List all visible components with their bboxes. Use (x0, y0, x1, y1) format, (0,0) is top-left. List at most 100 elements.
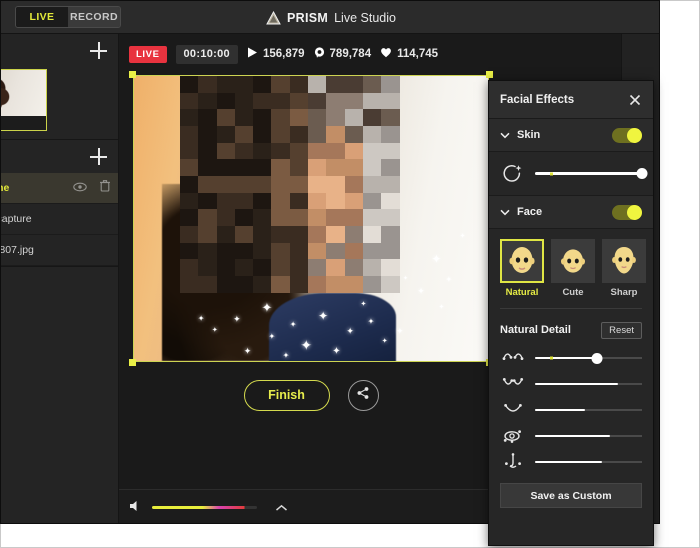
volume-meter[interactable] (152, 506, 257, 509)
mosaic-cell (308, 76, 327, 93)
mosaic-cell (180, 159, 199, 176)
scene-thumbnail[interactable] (0, 69, 47, 131)
mosaic-cell (290, 176, 309, 193)
mosaic-cell (326, 209, 345, 226)
mosaic-cell (235, 226, 254, 243)
add-source-button[interactable] (90, 148, 107, 165)
mosaic-cell (363, 143, 382, 160)
mosaic-cell (198, 209, 217, 226)
slider-knob[interactable] (592, 353, 603, 364)
mosaic-cell (253, 243, 272, 260)
mosaic-cell (326, 243, 345, 260)
mosaic-cell (235, 76, 254, 93)
chevron-up-icon[interactable] (275, 499, 288, 517)
scene-thumbnail-footer (0, 116, 46, 131)
detail-slider-4[interactable] (535, 455, 642, 469)
trash-icon[interactable] (100, 179, 110, 197)
mosaic-cell (290, 243, 309, 260)
mosaic-cell (363, 109, 382, 126)
detail-slider-2[interactable] (535, 403, 642, 417)
mosaic-cell (345, 243, 364, 260)
mosaic-cell (326, 226, 345, 243)
prism-triangle-icon (266, 11, 281, 25)
mosaic-cell (235, 109, 254, 126)
face-preset-natural[interactable]: Natural (500, 239, 544, 298)
detail-slider-row (489, 371, 653, 397)
face-toggle[interactable] (612, 205, 642, 220)
mosaic-cell (180, 259, 199, 276)
mosaic-cell (308, 159, 327, 176)
mosaic-cell (381, 176, 400, 193)
share-icon (356, 386, 370, 405)
reset-button[interactable]: Reset (601, 322, 642, 339)
comment-icon (314, 47, 325, 61)
mosaic-cell (180, 243, 199, 260)
face-preset-cute[interactable]: Cute (551, 239, 595, 298)
mosaic-cell (217, 93, 236, 110)
mosaic-cell (381, 276, 400, 293)
face-section-header[interactable]: Face (489, 196, 653, 229)
mosaic-cell (326, 126, 345, 143)
natural-detail-header: Natural Detail Reset (489, 315, 653, 345)
eye-icon[interactable] (73, 179, 87, 197)
detail-slider-row (489, 397, 653, 423)
skin-section-header[interactable]: Skin (489, 119, 653, 152)
face-cute-icon (551, 239, 595, 283)
tab-live[interactable]: LIVE (16, 7, 68, 27)
list-item[interactable]: ..._0807.jpg (1, 235, 118, 266)
mosaic-cell (326, 93, 345, 110)
video-preview[interactable]: ✦✦✦✦✦✦✦✦✦✦✦✦✦✦✦✦✦✦✦✦✦✦ (133, 75, 489, 362)
list-item[interactable]: ...o capture (1, 204, 118, 235)
slider-tick (550, 172, 553, 175)
mosaic-cell (271, 143, 290, 160)
mosaic-cell (345, 76, 364, 93)
mosaic-cell (345, 143, 364, 160)
mosaic-cell (198, 93, 217, 110)
resize-handle-bottom-left[interactable] (129, 359, 136, 366)
preset-label: Cute (551, 287, 595, 298)
mosaic-cell (253, 176, 272, 193)
stream-stats-bar: LIVE 00:10:00 156,879 (119, 34, 660, 74)
slider-fill (535, 409, 585, 412)
resize-handle-top-left[interactable] (129, 71, 136, 78)
save-as-custom-button[interactable]: Save as Custom (500, 483, 642, 508)
list-item[interactable]: ...time (1, 173, 118, 204)
slider-knob[interactable] (637, 168, 648, 179)
resize-handle-top-right[interactable] (486, 71, 493, 78)
scene-thumbnail-image (0, 70, 46, 116)
mosaic-cell (363, 126, 382, 143)
mosaic-cell (235, 259, 254, 276)
face-preset-sharp[interactable]: Sharp (602, 239, 646, 298)
tab-record[interactable]: RECORD (68, 7, 120, 27)
finish-button[interactable]: Finish (244, 380, 330, 411)
mosaic-cell (235, 126, 254, 143)
mosaic-cell (253, 93, 272, 110)
mosaic-cell (326, 159, 345, 176)
mosaic-cell (180, 209, 199, 226)
slider-fill (535, 435, 610, 438)
mosaic-cell (198, 109, 217, 126)
mosaic-cell (381, 93, 400, 110)
mosaic-cell (308, 193, 327, 210)
mosaic-cell (253, 109, 272, 126)
mosaic-cell (235, 143, 254, 160)
detail-slider-3[interactable] (535, 429, 642, 443)
mosaic-cell (290, 76, 309, 93)
skin-label: Skin (517, 129, 540, 141)
detail-slider-0[interactable] (535, 351, 642, 365)
detail-slider-1[interactable] (535, 377, 642, 391)
skin-toggle[interactable] (612, 128, 642, 143)
eye-shape-icon (500, 424, 525, 449)
mosaic-cell (381, 109, 400, 126)
mosaic-cell (235, 93, 254, 110)
mosaic-cell (235, 209, 254, 226)
skin-smooth-slider[interactable] (535, 167, 642, 181)
share-button[interactable] (348, 380, 379, 411)
mosaic-cell (326, 276, 345, 293)
video-preview-container[interactable]: ✦✦✦✦✦✦✦✦✦✦✦✦✦✦✦✦✦✦✦✦✦✦ (133, 75, 489, 362)
mosaic-cell (253, 143, 272, 160)
add-scene-button[interactable] (90, 42, 107, 59)
mosaic-cell (253, 126, 272, 143)
speaker-icon[interactable] (129, 499, 143, 517)
close-icon[interactable] (628, 93, 642, 107)
